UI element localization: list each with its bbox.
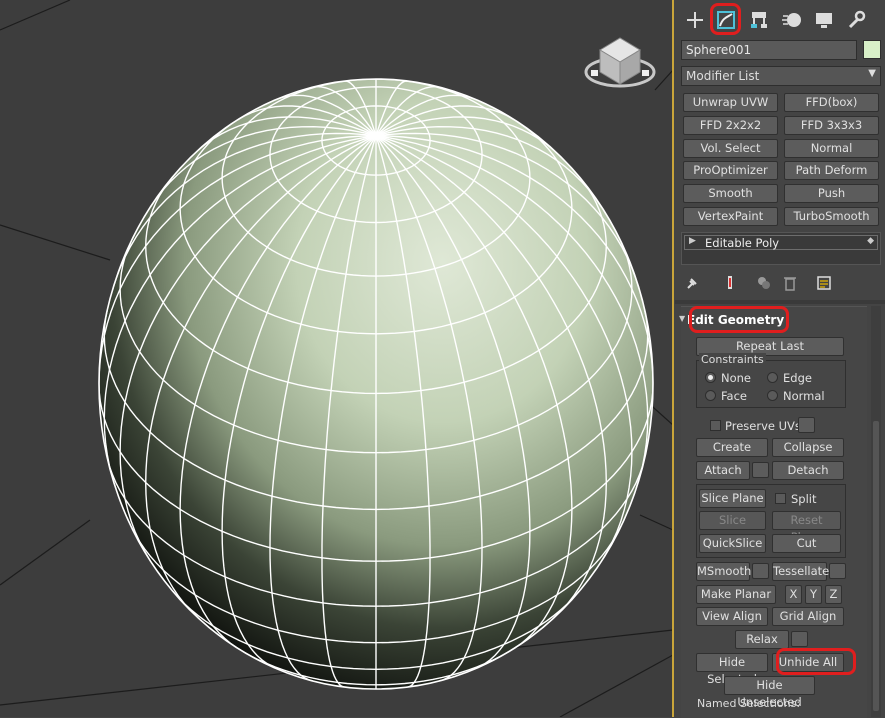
object-name-field[interactable]: Sphere001 bbox=[681, 40, 857, 60]
unhide-all-button[interactable]: Unhide All bbox=[772, 653, 844, 672]
stack-item-label: Editable Poly bbox=[705, 236, 780, 250]
modifier-list-dropdown[interactable]: Modifier List ▼ bbox=[681, 66, 881, 86]
make-unique-icon[interactable] bbox=[755, 274, 773, 292]
scrollbar-thumb[interactable] bbox=[873, 421, 879, 711]
view-cube bbox=[584, 37, 656, 88]
modifier-button-ffd-box[interactable]: FFD(box) bbox=[784, 93, 879, 112]
modifier-button-ffd-2x2x2[interactable]: FFD 2x2x2 bbox=[683, 116, 778, 135]
create-tab[interactable] bbox=[681, 6, 709, 34]
quickslice-button[interactable]: QuickSlice bbox=[699, 534, 766, 553]
split-label: Split bbox=[791, 492, 817, 506]
planar-z-button[interactable]: Z bbox=[825, 585, 842, 604]
constraint-normal-radio[interactable] bbox=[767, 390, 778, 401]
view-align-button[interactable]: View Align bbox=[696, 607, 768, 626]
modifier-button-push[interactable]: Push bbox=[784, 184, 879, 203]
modifier-button-vol-select[interactable]: Vol. Select bbox=[683, 139, 778, 158]
constraint-normal-label: Normal bbox=[783, 389, 825, 403]
pin-stack-icon[interactable] bbox=[683, 274, 701, 292]
modifier-stack: ▶ Editable Poly ◆ bbox=[681, 232, 881, 265]
panel-divider bbox=[675, 300, 885, 304]
wrench-icon bbox=[848, 10, 866, 29]
relax-button[interactable]: Relax bbox=[735, 630, 789, 649]
hide-selected-button[interactable]: Hide Selected bbox=[696, 653, 768, 686]
motion-tab[interactable] bbox=[778, 6, 806, 34]
constraint-face-label: Face bbox=[721, 389, 748, 403]
constraint-face-radio[interactable] bbox=[705, 390, 716, 401]
plus-icon bbox=[687, 12, 703, 28]
constraints-title: Constraints bbox=[699, 353, 766, 366]
configure-modifier-sets-icon[interactable] bbox=[815, 274, 833, 292]
stack-toolbar bbox=[681, 272, 881, 294]
slice-button[interactable]: Slice bbox=[699, 511, 766, 530]
constraint-edge-radio[interactable] bbox=[767, 372, 778, 383]
tessellate-button[interactable]: Tessellate bbox=[772, 562, 829, 581]
hide-unselected-button[interactable]: Hide Unselected bbox=[724, 676, 815, 709]
modifier-button-path-deform[interactable]: Path Deform bbox=[784, 161, 879, 180]
viewport-active-border bbox=[672, 0, 674, 717]
show-end-result-icon[interactable] bbox=[721, 274, 739, 292]
create-button[interactable]: Create bbox=[696, 438, 768, 457]
viewport-scene bbox=[0, 0, 673, 717]
modifier-button-turbosmooth[interactable]: TurboSmooth bbox=[784, 207, 879, 226]
modifier-button-ffd-3x3x3[interactable]: FFD 3x3x3 bbox=[784, 116, 879, 135]
detach-button[interactable]: Detach bbox=[772, 461, 844, 480]
command-panel: Sphere001 Modifier List ▼ Unwrap UVW FFD… bbox=[675, 0, 885, 718]
object-color-swatch[interactable] bbox=[863, 40, 881, 59]
msmooth-button[interactable]: MSmooth bbox=[696, 562, 751, 581]
hierarchy-icon bbox=[751, 12, 767, 28]
modifier-button-prooptimizer[interactable]: ProOptimizer bbox=[683, 161, 778, 180]
preserve-uvs-settings-button[interactable] bbox=[798, 417, 815, 433]
constraint-none-label: None bbox=[721, 371, 752, 385]
edit-geometry-rollout: ▼ Edit Geometry Repeat Last Constraints … bbox=[679, 306, 867, 718]
reset-plane-button[interactable]: Reset Plane bbox=[772, 511, 841, 544]
modify-icon bbox=[717, 11, 735, 29]
attach-settings-button[interactable] bbox=[752, 462, 769, 478]
grid-align-button[interactable]: Grid Align bbox=[772, 607, 844, 626]
split-checkbox[interactable] bbox=[775, 493, 786, 504]
preserve-uvs-label: Preserve UVs bbox=[725, 419, 801, 433]
cut-button[interactable]: Cut bbox=[772, 534, 841, 553]
motion-icon bbox=[782, 13, 801, 27]
utilities-tab[interactable] bbox=[842, 6, 870, 34]
chevron-down-icon: ▼ bbox=[868, 68, 876, 79]
perspective-viewport[interactable] bbox=[0, 0, 673, 717]
display-tab[interactable] bbox=[810, 6, 838, 34]
planar-y-button[interactable]: Y bbox=[805, 585, 822, 604]
remove-modifier-icon[interactable] bbox=[781, 274, 799, 292]
sub-object-icon: ◆ bbox=[867, 236, 874, 246]
relax-settings-button[interactable] bbox=[791, 631, 808, 647]
tessellate-settings-button[interactable] bbox=[829, 563, 846, 579]
modifier-button-smooth[interactable]: Smooth bbox=[683, 184, 778, 203]
modifier-button-unwrap-uvw[interactable]: Unwrap UVW bbox=[683, 93, 778, 112]
modifier-button-vertexpaint[interactable]: VertexPaint bbox=[683, 207, 778, 226]
msmooth-settings-button[interactable] bbox=[752, 563, 769, 579]
expand-arrow-icon[interactable]: ▶ bbox=[689, 236, 696, 246]
constraint-edge-label: Edge bbox=[783, 371, 812, 385]
panel-scrollbar[interactable] bbox=[871, 306, 881, 717]
named-selections-label: Named Selections: bbox=[697, 697, 801, 710]
rollout-collapse-icon[interactable]: ▼ bbox=[679, 314, 685, 323]
planar-x-button[interactable]: X bbox=[785, 585, 802, 604]
collapse-button[interactable]: Collapse bbox=[772, 438, 844, 457]
command-panel-tabs bbox=[675, 0, 885, 36]
stack-item-editable-poly[interactable]: ▶ Editable Poly ◆ bbox=[684, 235, 878, 250]
rollout-title[interactable]: Edit Geometry bbox=[687, 313, 784, 327]
modifier-button-normal[interactable]: Normal bbox=[784, 139, 879, 158]
make-planar-button[interactable]: Make Planar bbox=[696, 585, 776, 604]
modifier-list-label: Modifier List bbox=[686, 69, 760, 83]
slice-plane-button[interactable]: Slice Plane bbox=[699, 489, 766, 508]
modify-tab[interactable] bbox=[712, 6, 740, 34]
hierarchy-tab[interactable] bbox=[745, 6, 773, 34]
display-icon bbox=[816, 13, 832, 28]
constraint-none-radio[interactable] bbox=[705, 372, 716, 383]
preserve-uvs-checkbox[interactable] bbox=[710, 420, 721, 431]
attach-button[interactable]: Attach bbox=[696, 461, 750, 480]
